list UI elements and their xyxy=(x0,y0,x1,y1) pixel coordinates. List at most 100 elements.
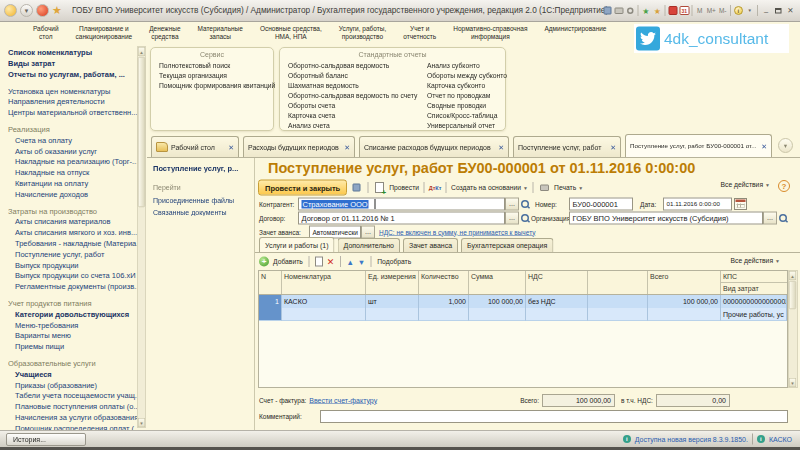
menu-section[interactable]: Материальные запасы xyxy=(198,24,243,41)
service-command[interactable]: Текущая организация xyxy=(159,71,273,81)
sidebar-item[interactable]: Требования - накладные (Материа... xyxy=(8,238,137,249)
post-icon[interactable]: + xyxy=(373,181,386,194)
close-tab-icon[interactable]: ✕ xyxy=(228,143,234,151)
menu-section[interactable]: Денежные средства xyxy=(149,24,180,41)
tab-deferred-expenses[interactable]: Расходы будущих периодов✕ xyxy=(243,136,355,157)
memory-m-button[interactable]: M xyxy=(694,3,706,18)
delete-row-icon[interactable]: ✕ xyxy=(327,256,335,267)
date-picker-icon[interactable] xyxy=(734,198,747,210)
menu-dropdown-button[interactable]: ▼ xyxy=(20,4,33,17)
counterparty-select-button[interactable]: ... xyxy=(505,198,519,211)
tab-additional[interactable]: Дополнительно xyxy=(338,238,400,252)
contract-select-button[interactable]: ... xyxy=(505,212,519,225)
menu-section[interactable]: Нормативно-справочная информация xyxy=(453,24,527,41)
sidebar-item[interactable]: Плановые поступления оплаты (о... xyxy=(8,401,137,412)
close-button[interactable]: ✕ xyxy=(784,3,797,18)
report-command[interactable]: Отчет по проводкам xyxy=(427,91,505,101)
table-row[interactable]: 1 КАСКО шт 1,000 100 000,00 без НДС 100 … xyxy=(259,295,787,321)
sidebar-item[interactable]: Приказы (образование) xyxy=(8,379,137,390)
sidebar-item[interactable]: Центры материальной ответственн... xyxy=(8,107,137,118)
app-button[interactable] xyxy=(36,4,49,17)
add-row-button[interactable]: Добавить xyxy=(273,258,303,266)
sidebar-item[interactable]: Учащиеся xyxy=(8,369,137,380)
sidebar-item[interactable]: Регламентные документы (произв... xyxy=(8,281,137,292)
menu-section[interactable]: Основные средства, НМА, НПА xyxy=(260,24,322,41)
close-tab-icon[interactable]: ✕ xyxy=(761,142,767,150)
tab-service-receipt-list[interactable]: Поступление услуг, работ✕ xyxy=(513,136,621,157)
sidebar-item[interactable]: Поступление услуг, работ xyxy=(8,249,137,260)
sidebar-item[interactable]: Отчеты по услугам, работам, ... xyxy=(8,69,137,80)
sidebar-item[interactable]: Акты списания мягкого и хоз. инв... xyxy=(8,227,137,238)
report-command[interactable]: Карточка счета xyxy=(288,111,426,121)
vat-settings-link[interactable]: НДС: не включен в сумму, не принимается … xyxy=(379,228,535,236)
table-all-actions-button[interactable]: Все действия▼ xyxy=(731,257,780,265)
minimize-button[interactable]: – xyxy=(760,3,773,18)
memory-mminus-button[interactable]: M- xyxy=(717,3,729,18)
sidebar-item[interactable]: Образовательные услуги xyxy=(8,358,137,369)
scroll-up-icon[interactable]: ▲ xyxy=(789,271,796,280)
menu-section[interactable]: Услуги, работы, производство xyxy=(339,24,386,41)
table-scrollbar[interactable]: ▲ ▼ xyxy=(788,270,798,388)
add-favorite-icon[interactable]: ★ xyxy=(640,3,652,18)
sidebar-item[interactable]: Начисление доходов xyxy=(8,189,137,200)
report-command[interactable]: Анализ счета xyxy=(288,121,426,131)
service-command[interactable]: Полнотекстовый поиск xyxy=(159,61,273,71)
sidebar-item[interactable]: Учет продуктов питания xyxy=(8,298,137,309)
sidebar-item[interactable]: Квитанции на оплату xyxy=(8,178,137,189)
sidebar-item[interactable]: Акты об оказании услуг xyxy=(8,145,137,156)
update-available-link[interactable]: Доступна новая версия 8.3.9.1850. xyxy=(635,435,748,443)
help-icon[interactable]: ? xyxy=(778,180,790,192)
tab-advance-offset[interactable]: Зачет аванса xyxy=(403,238,458,252)
sidebar-item[interactable]: Табели учета посещаемости учащ... xyxy=(8,390,137,401)
tab-desktop[interactable]: Рабочий стол✕ xyxy=(151,136,239,157)
save-icon[interactable] xyxy=(350,181,363,194)
enter-invoice-link[interactable]: Ввести счет-фактуру xyxy=(309,397,377,405)
menu-section[interactable]: Администрирование xyxy=(544,24,606,41)
print-icon[interactable] xyxy=(538,181,551,194)
main-menu-button[interactable] xyxy=(4,4,17,17)
sidebar-item[interactable]: Акты списания материалов xyxy=(8,216,137,227)
sidebar-item[interactable]: Накладные на отпуск xyxy=(8,167,137,178)
sidebar-item[interactable]: Начисления за услуги образования xyxy=(8,412,137,423)
create-based-on-button[interactable]: Создать на основании▼ xyxy=(451,184,528,192)
organization-field[interactable]: ГОБУ ВПО Университет искусств (Субсидия) xyxy=(569,212,763,225)
close-tab-icon[interactable]: ✕ xyxy=(610,143,616,151)
scroll-up-icon[interactable]: ▲ xyxy=(138,47,145,56)
report-command[interactable]: Обороты между субконто xyxy=(427,71,505,81)
scroll-down-icon[interactable]: ▼ xyxy=(789,378,796,387)
related-documents-link[interactable]: Связанные документы xyxy=(153,208,227,216)
window-menu-controls[interactable]: ▼ ★ xyxy=(4,4,62,17)
number-field[interactable]: БУ00-000001 xyxy=(569,198,633,211)
contract-field[interactable]: Договор от 01.11.2016 № 1 xyxy=(298,212,505,225)
post-button[interactable]: Провести xyxy=(389,184,419,192)
pick-button[interactable]: Подобрать xyxy=(377,258,411,266)
sidebar-item[interactable]: Меню-требования xyxy=(8,319,137,330)
sidebar-item[interactable]: Установка цен номенклатуры xyxy=(8,85,137,96)
attached-files-link[interactable]: Присоединенные файлы xyxy=(153,196,234,204)
calculator-icon[interactable] xyxy=(667,3,679,18)
close-tab-icon[interactable]: ✕ xyxy=(498,143,504,151)
report-command[interactable]: Список/Кросс-таблица xyxy=(427,111,505,121)
counterparty-search-icon[interactable] xyxy=(519,198,530,210)
tab-list-dropdown[interactable]: ▼ xyxy=(778,138,793,153)
report-command[interactable]: Оборотно-сальдовая ведомость по счету xyxy=(288,91,426,101)
all-actions-button[interactable]: Все действия▼ xyxy=(721,181,770,189)
close-tab-icon[interactable]: ✕ xyxy=(344,143,350,151)
menu-section[interactable]: Учет и отчетность xyxy=(403,24,436,41)
report-command[interactable]: Обороты счета xyxy=(288,101,426,111)
scroll-down-icon[interactable]: ▼ xyxy=(138,418,145,427)
info-icon[interactable]: i xyxy=(733,3,745,18)
date-field[interactable]: 01.11.2016 0:00:00 xyxy=(663,198,732,211)
sidebar-item[interactable]: Варианты меню xyxy=(8,330,137,341)
sidebar-item[interactable]: Список номенклатуры xyxy=(8,47,137,58)
sidebar-item[interactable]: Категории довольствующихся xyxy=(8,309,137,320)
favorites-star-icon[interactable]: ★ xyxy=(52,4,62,17)
info-dropdown-icon[interactable]: ▼ xyxy=(744,3,756,18)
sidebar-item[interactable]: Затраты на производство xyxy=(8,205,137,216)
menu-section[interactable]: Рабочий стол xyxy=(33,24,59,41)
memory-mplus-button[interactable]: M+ xyxy=(706,3,718,18)
report-command[interactable]: Шахматная ведомость xyxy=(288,81,426,91)
preview-icon[interactable] xyxy=(625,3,637,18)
tab-accounting-operation[interactable]: Бухгалтерская операция xyxy=(461,238,553,252)
print-button[interactable]: Печать▼ xyxy=(554,184,583,192)
